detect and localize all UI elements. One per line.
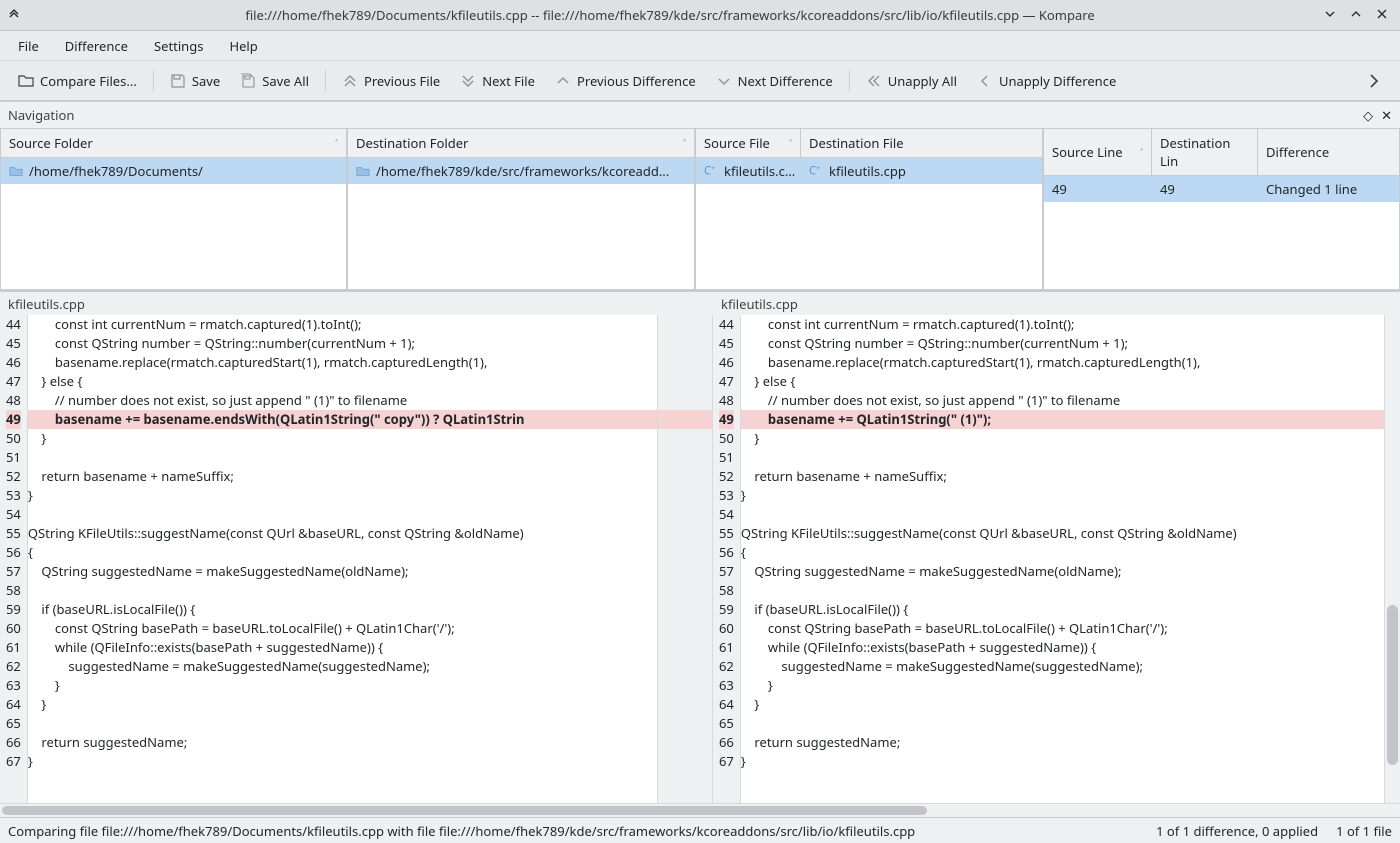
destination-folder-row[interactable]: /home/fhek789/kde/src/frameworks/kcoread… — [348, 158, 694, 184]
compare-files-label: Compare Files... — [40, 72, 137, 90]
diff-connector — [657, 315, 713, 803]
status-message: Comparing file file:///home/fhek789/Docu… — [8, 822, 1138, 840]
save-all-icon — [240, 73, 256, 89]
double-down-icon — [460, 73, 476, 89]
status-file-count: 1 of 1 file — [1336, 822, 1392, 840]
toolbar-overflow-button[interactable] — [1356, 69, 1392, 93]
status-diff-count: 1 of 1 difference, 0 applied — [1156, 822, 1318, 840]
difference-row[interactable]: 49 49 Changed 1 line — [1044, 176, 1399, 202]
menu-help[interactable]: Help — [217, 33, 269, 59]
save-all-label: Save All — [262, 72, 309, 90]
source-line-value: 49 — [1044, 176, 1152, 202]
save-all-button: Save All — [230, 68, 319, 94]
right-pane[interactable]: 4445464748495051525354555657585960616263… — [713, 315, 1384, 803]
cpp-file-icon: C⁺ — [809, 164, 823, 178]
svg-text:C⁺: C⁺ — [809, 164, 820, 178]
close-icon[interactable] — [1376, 6, 1388, 24]
col-source-folder[interactable]: Source Folder˄ — [1, 129, 346, 157]
toolbar-separator — [153, 70, 154, 92]
col-destination-folder[interactable]: Destination Folder˄ — [348, 129, 694, 157]
menubar: File Difference Settings Help — [0, 31, 1400, 61]
next-file-label: Next File — [482, 72, 535, 90]
unapply-all-button: Unapply All — [856, 68, 967, 94]
chevron-up-icon: ˄ — [683, 136, 686, 150]
difference-value: Changed 1 line — [1258, 176, 1399, 202]
double-up-icon — [342, 73, 358, 89]
navigation-title: Navigation — [8, 106, 74, 124]
cpp-file-icon: C⁺ — [704, 164, 718, 178]
col-source-file[interactable]: Source File˄ — [696, 129, 801, 157]
destination-file-value: kfileutils.cpp — [829, 162, 906, 180]
svg-text:C⁺: C⁺ — [704, 164, 715, 178]
navigation-panel: Navigation ◇ ✕ Source Folder˄ /home/fhek… — [0, 101, 1400, 291]
close-panel-icon[interactable]: ✕ — [1381, 106, 1392, 124]
previous-file-label: Previous File — [364, 72, 440, 90]
folder-icon — [9, 164, 23, 178]
titlebar: file:///home/fhek789/Documents/kfileutil… — [0, 0, 1400, 31]
source-file-value: kfileutils.c... — [724, 162, 795, 180]
unapply-difference-button: Unapply Difference — [967, 68, 1126, 94]
right-gutter: 4445464748495051525354555657585960616263… — [713, 315, 741, 803]
save-label: Save — [192, 72, 220, 90]
previous-difference-button: Previous Difference — [545, 68, 706, 94]
folder-icon — [356, 164, 370, 178]
menu-file[interactable]: File — [6, 33, 51, 59]
source-folder-row[interactable]: /home/fhek789/Documents/ — [1, 158, 346, 184]
destination-folder-value: /home/fhek789/kde/src/frameworks/kcoread… — [376, 162, 669, 180]
down-icon — [716, 73, 732, 89]
previous-file-button: Previous File — [332, 68, 450, 94]
folder-icon — [18, 73, 34, 89]
file-row[interactable]: C⁺ kfileutils.c... C⁺ kfileutils.cpp — [696, 158, 1042, 184]
left-code[interactable]: const int currentNum = rmatch.captured(1… — [28, 315, 657, 803]
next-difference-label: Next Difference — [738, 72, 833, 90]
horizontal-scrollbar[interactable] — [0, 803, 1400, 817]
compare-files-button[interactable]: Compare Files... — [8, 68, 147, 94]
toolbar-separator — [849, 70, 850, 92]
left-file-label: kfileutils.cpp — [0, 292, 713, 315]
chevron-up-icon: ˄ — [789, 136, 792, 150]
file-labels: kfileutils.cpp kfileutils.cpp — [0, 291, 1400, 315]
left-icon — [977, 73, 993, 89]
menu-difference[interactable]: Difference — [53, 33, 140, 59]
left-gutter: 4445464748495051525354555657585960616263… — [0, 315, 28, 803]
next-file-button: Next File — [450, 68, 545, 94]
maximize-icon[interactable] — [1350, 6, 1362, 24]
col-difference[interactable]: Difference — [1258, 129, 1399, 175]
save-button: Save — [160, 68, 230, 94]
chevron-right-icon — [1366, 73, 1382, 89]
window-title: file:///home/fhek789/Documents/kfileutil… — [28, 6, 1312, 24]
toolbar-separator — [325, 70, 326, 92]
col-destination-file[interactable]: Destination File — [801, 129, 1042, 157]
statusbar: Comparing file file:///home/fhek789/Docu… — [0, 817, 1400, 843]
double-left-icon — [866, 73, 882, 89]
menu-settings[interactable]: Settings — [142, 33, 215, 59]
next-difference-button: Next Difference — [706, 68, 843, 94]
vertical-scrollbar[interactable] — [1384, 315, 1400, 803]
minimize-icon[interactable] — [1324, 6, 1336, 24]
source-folder-value: /home/fhek789/Documents/ — [29, 162, 203, 180]
diff-view: 4445464748495051525354555657585960616263… — [0, 315, 1400, 803]
left-pane[interactable]: 4445464748495051525354555657585960616263… — [0, 315, 657, 803]
col-source-line[interactable]: Source Line˄ — [1044, 129, 1152, 175]
right-code[interactable]: const int currentNum = rmatch.captured(1… — [741, 315, 1384, 803]
unapply-difference-label: Unapply Difference — [999, 72, 1116, 90]
col-destination-line[interactable]: Destination Lin — [1152, 129, 1258, 175]
unapply-all-label: Unapply All — [888, 72, 957, 90]
shade-icon[interactable] — [0, 9, 28, 21]
destination-line-value: 49 — [1152, 176, 1258, 202]
up-icon — [555, 73, 571, 89]
float-icon[interactable]: ◇ — [1363, 106, 1373, 124]
save-icon — [170, 73, 186, 89]
chevron-up-icon: ˄ — [335, 136, 338, 150]
right-file-label: kfileutils.cpp — [713, 292, 806, 315]
chevron-up-icon: ˄ — [1140, 145, 1143, 159]
toolbar: Compare Files... Save Save All Previous … — [0, 61, 1400, 101]
previous-difference-label: Previous Difference — [577, 72, 696, 90]
